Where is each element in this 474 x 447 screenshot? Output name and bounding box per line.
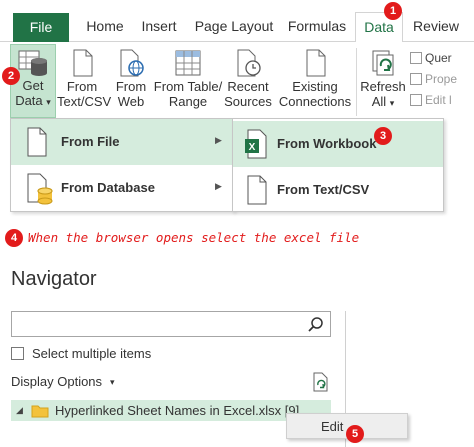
from-web-label-2: Web [117, 94, 145, 109]
menu-label-from-file: From File [61, 134, 120, 149]
refresh-caret-icon: ▾ [389, 98, 395, 108]
step-badge-5: 5 [346, 425, 364, 443]
text-file-icon [247, 175, 267, 205]
select-multiple-items-row[interactable]: Select multiple items [11, 346, 151, 361]
submenu-label-from-text-csv: From Text/CSV [277, 182, 370, 197]
tab-home[interactable]: Home [80, 10, 130, 42]
tab-formulas[interactable]: Formulas [282, 10, 352, 42]
submenu-item-from-text-csv[interactable]: From Text/CSV [233, 167, 443, 213]
get-data-label-2: Data [15, 93, 43, 108]
refresh-preview-icon[interactable] [312, 372, 330, 392]
ribbon-separator [356, 48, 357, 116]
tab-page-layout[interactable]: Page Layout [188, 10, 280, 42]
web-document-icon [120, 49, 144, 77]
step-badge-1: 1 [384, 2, 402, 20]
chevron-down-icon: ▾ [110, 377, 115, 387]
from-file-submenu: X From Workbook From Text/CSV [232, 118, 444, 212]
database-table-icon [18, 50, 47, 76]
search-icon[interactable] [307, 316, 325, 334]
excel-workbook-icon: X [245, 129, 267, 159]
ribbon-tab-bar: File Home Insert Page Layout Formulas Da… [0, 0, 474, 43]
properties-icon [410, 73, 422, 85]
queries-connections-group: Quer Prope Edit l [410, 48, 474, 111]
tree-item-label: Hyperlinked Sheet Names in Excel.xlsx [9… [55, 403, 300, 418]
from-text-csv-button[interactable]: From Text/CSV [57, 46, 112, 116]
queries-label: Quer [425, 51, 452, 65]
from-table-label-2: Range [168, 94, 208, 109]
get-data-caret-icon: ▾ [46, 97, 51, 107]
tab-insert[interactable]: Insert [136, 10, 182, 42]
connections-document-icon [306, 49, 326, 77]
recent-label-1: Recent [227, 79, 269, 94]
queries-button[interactable]: Quer [410, 48, 474, 69]
from-web-label-1: From [115, 79, 147, 94]
from-text-label-1: From [66, 79, 98, 94]
select-multiple-checkbox[interactable] [11, 347, 24, 360]
submenu-label-from-workbook: From Workbook [277, 136, 377, 151]
svg-text:X: X [249, 142, 256, 153]
from-text-label-2: Text/CSV [57, 94, 112, 109]
refresh-all-button[interactable]: Refresh All ▾ [358, 46, 408, 116]
step-badge-3: 3 [374, 127, 392, 145]
step-badge-4: 4 [5, 229, 23, 247]
tab-review[interactable]: Review [405, 10, 467, 42]
existing-label-1: Existing [292, 79, 338, 94]
file-icon [27, 127, 47, 157]
instruction-text: When the browser opens select the excel … [28, 230, 360, 245]
submenu-item-from-workbook[interactable]: X From Workbook [233, 121, 443, 167]
edit-links-icon [410, 94, 422, 106]
document-icon [73, 49, 93, 77]
tree-item-workbook[interactable]: ◢ Hyperlinked Sheet Names in Excel.xlsx … [11, 400, 331, 421]
existing-connections-button[interactable]: Existing Connections [276, 46, 354, 116]
edit-links-button[interactable]: Edit l [410, 90, 474, 111]
menu-item-from-file[interactable]: From File ▶ [11, 119, 233, 165]
select-multiple-label: Select multiple items [32, 346, 152, 361]
display-options-label: Display Options [11, 374, 103, 389]
step-badge-2: 2 [2, 67, 20, 85]
recent-sources-button[interactable]: Recent Sources [224, 46, 272, 116]
refresh-label-2: All [371, 94, 387, 109]
refresh-label-1: Refresh [360, 79, 406, 94]
menu-label-from-database: From Database [61, 180, 155, 195]
existing-label-2: Connections [278, 94, 352, 109]
submenu-arrow-icon: ▶ [215, 181, 222, 191]
display-options-dropdown[interactable]: Display Options ▾ [11, 374, 115, 389]
database-icon [27, 173, 53, 205]
from-table-label-1: From Table/ [153, 79, 223, 94]
submenu-arrow-icon: ▶ [215, 135, 222, 145]
refresh-icon [372, 50, 394, 76]
from-table-range-button[interactable]: From Table/ Range [152, 46, 224, 116]
menu-item-from-database[interactable]: From Database ▶ [11, 165, 233, 211]
table-icon [175, 50, 201, 76]
folder-icon [31, 405, 49, 418]
recent-clock-icon [237, 49, 261, 77]
properties-button[interactable]: Prope [410, 69, 474, 90]
tab-file[interactable]: File [13, 13, 69, 42]
ribbon-data-group: Get Data ▾ From Text/CSV From Web From T… [0, 42, 474, 118]
expand-triangle-icon[interactable]: ◢ [16, 400, 23, 421]
context-menu-edit-label: Edit [321, 419, 344, 434]
queries-icon [410, 52, 422, 64]
navigator-search-input[interactable] [11, 311, 331, 337]
get-data-menu: From File ▶ From Database ▶ [10, 118, 234, 212]
from-web-button[interactable]: From Web [110, 46, 152, 116]
recent-label-2: Sources [224, 94, 272, 109]
edit-links-label: Edit l [425, 93, 452, 107]
properties-label: Prope [425, 72, 458, 86]
navigator-title: Navigator [11, 268, 97, 290]
